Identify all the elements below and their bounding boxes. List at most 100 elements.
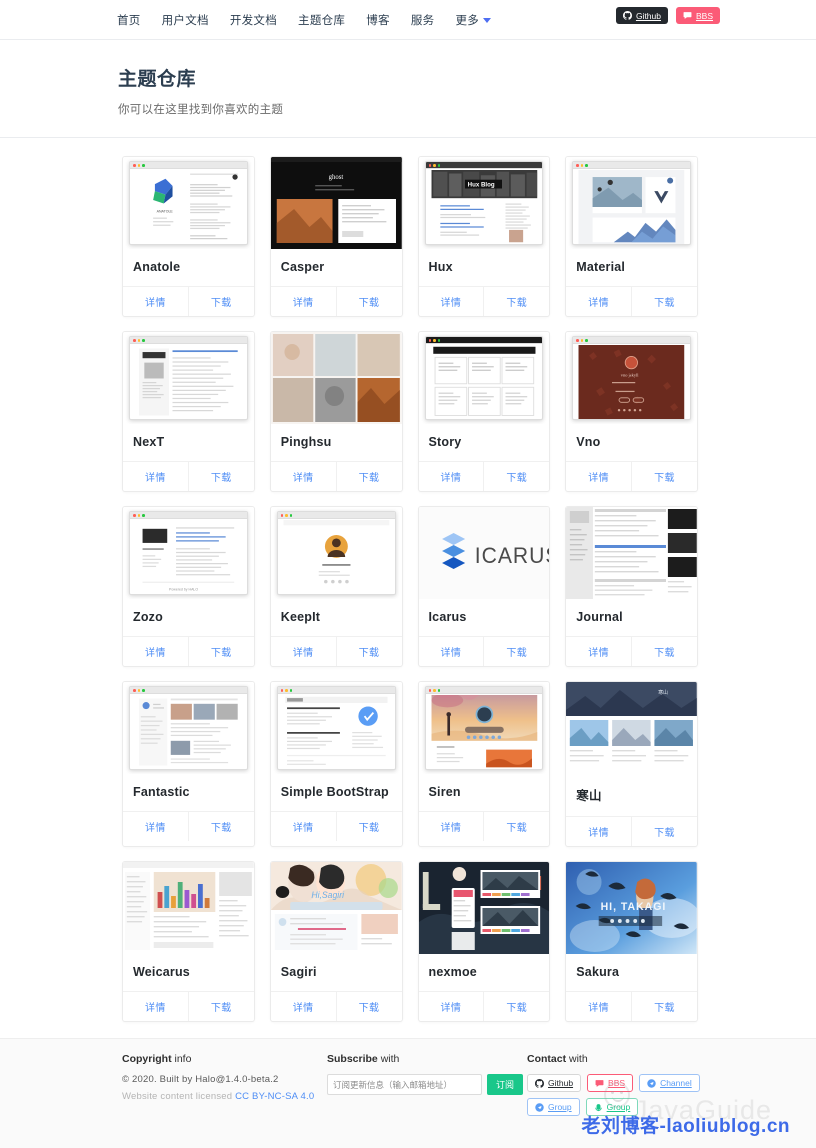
theme-card[interactable]: Story 详情 下载 — [417, 331, 551, 492]
theme-card[interactable]: nexmoe 详情 下载 — [417, 861, 551, 1022]
theme-card[interactable]: Hux Blog Hux 详情 下载 — [417, 156, 551, 317]
theme-thumbnail — [418, 682, 550, 774]
footer-copyright-heading: Copyright info — [122, 1053, 327, 1065]
theme-card[interactable]: Material 详情 下载 — [565, 156, 698, 317]
theme-card[interactable]: Simple BootStrap 详情 下载 — [269, 681, 403, 847]
theme-card[interactable]: Siren 详情 下载 — [417, 681, 551, 847]
theme-download-link[interactable]: 下载 — [632, 462, 697, 491]
svg-text:ghost: ghost — [328, 174, 343, 181]
theme-download-link[interactable]: 下载 — [337, 992, 402, 1021]
contact-group-blue-button[interactable]: Group — [527, 1098, 580, 1116]
navbar-bbs-label: BBS — [695, 10, 713, 21]
telegram-icon — [647, 1078, 656, 1088]
theme-download-link[interactable]: 下载 — [189, 992, 254, 1021]
theme-detail-link[interactable]: 详情 — [566, 817, 633, 846]
theme-detail-link[interactable]: 详情 — [123, 287, 189, 316]
theme-card[interactable]: KeepIt 详情 下载 — [269, 506, 403, 667]
contact-github-button[interactable]: Github — [527, 1074, 582, 1092]
theme-card[interactable]: Hi,Sagiri Sagiri 详情 下载 — [269, 861, 403, 1022]
theme-card-actions: 详情 下载 — [566, 992, 697, 1021]
footer-contact-heading-rest: with — [566, 1053, 588, 1065]
theme-detail-link[interactable]: 详情 — [271, 462, 337, 491]
subscribe-button[interactable]: 订阅 — [487, 1074, 524, 1095]
theme-detail-link[interactable]: 详情 — [419, 637, 485, 666]
theme-card[interactable]: ANATOLE Anatole 详情 下载 — [122, 156, 255, 317]
contact-bbs-button[interactable]: BBS — [587, 1074, 634, 1092]
theme-download-link[interactable]: 下载 — [337, 637, 402, 666]
theme-detail-link[interactable]: 详情 — [123, 637, 189, 666]
contact-channel-button[interactable]: Channel — [639, 1074, 700, 1092]
theme-detail-link[interactable]: 详情 — [123, 462, 189, 491]
theme-thumbnail — [418, 332, 550, 424]
theme-download-link[interactable]: 下载 — [632, 992, 697, 1021]
theme-card-actions: 详情 下载 — [419, 287, 550, 316]
nav-item-home[interactable]: 首页 — [117, 12, 141, 28]
theme-download-link[interactable]: 下载 — [337, 287, 402, 316]
theme-download-link[interactable]: 下载 — [632, 817, 697, 846]
theme-card[interactable]: Pinghsu 详情 下载 — [269, 331, 403, 492]
nav-item-blog[interactable]: 博客 — [366, 12, 390, 28]
theme-detail-link[interactable]: 详情 — [271, 287, 337, 316]
theme-download-link[interactable]: 下载 — [484, 637, 549, 666]
theme-detail-link[interactable]: 详情 — [123, 812, 189, 841]
theme-download-link[interactable]: 下载 — [632, 637, 697, 666]
navbar-github-button[interactable]: Github — [615, 7, 668, 24]
theme-card[interactable]: Fantastic 详情 下载 — [122, 681, 255, 847]
theme-detail-link[interactable]: 详情 — [419, 812, 485, 841]
subscribe-email-input[interactable] — [327, 1074, 482, 1095]
theme-thumbnail — [123, 682, 254, 774]
theme-download-link[interactable]: 下载 — [337, 462, 402, 491]
theme-detail-link[interactable]: 详情 — [566, 637, 633, 666]
theme-card[interactable]: Weicarus 详情 下载 — [122, 861, 255, 1022]
theme-thumbnail: ICARUS — [418, 507, 550, 599]
theme-detail-link[interactable]: 详情 — [271, 812, 337, 841]
page-title: 主题仓库 — [118, 69, 197, 90]
theme-card-actions: 详情 下载 — [271, 637, 402, 666]
theme-grid: ANATOLE Anatole 详情 下载 ghost Casper 详情 下载 Hux Blo… — [122, 156, 698, 1022]
footer-copyright-heading-rest: info — [171, 1053, 192, 1065]
theme-name: KeepIt — [270, 599, 402, 637]
theme-card[interactable]: Journal 详情 下载 — [565, 506, 698, 667]
nav-item-user-docs[interactable]: 用户文档 — [162, 12, 209, 28]
theme-download-link[interactable]: 下载 — [484, 462, 549, 491]
theme-card-actions: 详情 下载 — [419, 812, 550, 841]
theme-download-link[interactable]: 下载 — [337, 812, 402, 841]
theme-detail-link[interactable]: 详情 — [419, 992, 485, 1021]
theme-detail-link[interactable]: 详情 — [123, 992, 189, 1021]
theme-card[interactable]: NexT 详情 下载 — [122, 331, 255, 492]
theme-card-actions: 详情 下载 — [566, 637, 697, 666]
theme-download-link[interactable]: 下载 — [632, 287, 697, 316]
svg-text:Powered by HALO: Powered by HALO — [169, 587, 198, 591]
theme-detail-link[interactable]: 详情 — [566, 992, 633, 1021]
theme-download-link[interactable]: 下载 — [484, 287, 549, 316]
navbar-bbs-button[interactable]: BBS — [675, 7, 720, 24]
theme-download-link[interactable]: 下载 — [484, 812, 549, 841]
nav-item-theme-repo[interactable]: 主题仓库 — [298, 12, 345, 28]
contact-group-green-button[interactable]: Group — [585, 1098, 639, 1116]
theme-detail-link[interactable]: 详情 — [271, 637, 337, 666]
theme-download-link[interactable]: 下载 — [189, 462, 254, 491]
nav-item-dev-docs[interactable]: 开发文档 — [230, 12, 277, 28]
theme-card[interactable]: Powered by HALO Zozo 详情 下载 — [122, 506, 255, 667]
github-icon — [535, 1078, 544, 1088]
theme-card[interactable]: ghost Casper 详情 下载 — [269, 156, 403, 317]
theme-detail-link[interactable]: 详情 — [419, 287, 485, 316]
theme-thumbnail: vno jekyll — [566, 332, 697, 424]
theme-thumbnail: Hi,Sagiri — [270, 862, 402, 954]
footer-copyright-heading-bold: Copyright — [122, 1053, 172, 1065]
nav-item-more[interactable]: 更多 — [455, 12, 492, 28]
theme-download-link[interactable]: 下载 — [189, 637, 254, 666]
theme-card[interactable]: vno jekyll Vno 详情 下载 — [565, 331, 698, 492]
theme-card[interactable]: ICARUS Icarus详情下载 — [417, 506, 551, 667]
theme-detail-link[interactable]: 详情 — [271, 992, 337, 1021]
theme-card[interactable]: HI, TAKAGI Sakura 详情 下载 — [565, 861, 698, 1022]
theme-download-link[interactable]: 下载 — [484, 992, 549, 1021]
theme-detail-link[interactable]: 详情 — [419, 462, 485, 491]
footer-license-link[interactable]: CC BY-NC-SA 4.0 — [235, 1091, 314, 1102]
theme-download-link[interactable]: 下载 — [189, 287, 254, 316]
theme-download-link[interactable]: 下载 — [189, 812, 254, 841]
nav-item-service[interactable]: 服务 — [411, 12, 435, 28]
theme-detail-link[interactable]: 详情 — [566, 287, 633, 316]
theme-detail-link[interactable]: 详情 — [566, 462, 633, 491]
theme-card[interactable]: 寒山 寒山 详情 下载 — [565, 681, 698, 847]
